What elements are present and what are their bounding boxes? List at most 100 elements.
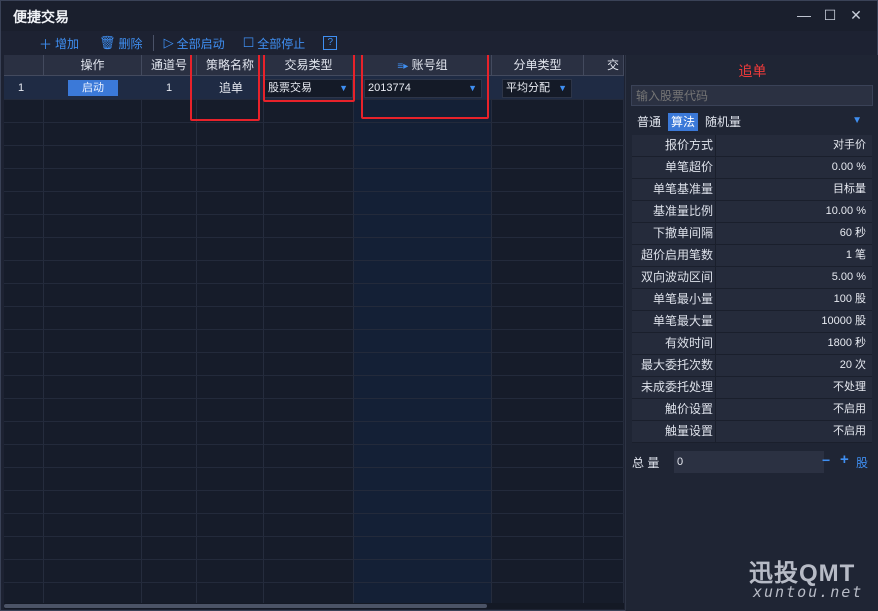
- header-extra[interactable]: 交: [584, 55, 624, 76]
- param-value[interactable]: 不处理: [718, 377, 866, 398]
- param-value[interactable]: 5.00 %: [718, 267, 866, 288]
- param-value[interactable]: 100 股: [718, 289, 866, 310]
- param-row[interactable]: 有效时间 1800 秒: [632, 333, 872, 355]
- window-title: 便捷交易: [13, 9, 69, 25]
- tab-algorithm[interactable]: 算法: [668, 113, 699, 131]
- help-button[interactable]: ?: [323, 36, 338, 50]
- param-value[interactable]: 目标量: [718, 179, 866, 200]
- param-label: 未成委托处理: [632, 377, 716, 398]
- param-row[interactable]: 触价设置 不启用: [632, 399, 872, 421]
- row-divider: [4, 490, 624, 491]
- param-value[interactable]: 0.00 %: [718, 157, 866, 178]
- param-row[interactable]: 单笔基准量 目标量: [632, 179, 872, 201]
- param-label: 有效时间: [632, 333, 716, 354]
- header-index[interactable]: [4, 55, 44, 76]
- param-row[interactable]: 基准量比例 10.00 %: [632, 201, 872, 223]
- total-quantity: 总 量 0 − + 股: [632, 451, 872, 473]
- row-divider: [4, 375, 624, 376]
- highlight-box-strategy: [190, 55, 260, 121]
- param-label: 单笔最大量: [632, 311, 716, 332]
- param-value[interactable]: 60 秒: [718, 223, 866, 244]
- param-row[interactable]: 下撤单间隔 60 秒: [632, 223, 872, 245]
- delete-button[interactable]: 🗑 删除: [97, 33, 145, 53]
- panel-title: 追单: [738, 63, 767, 79]
- add-button[interactable]: ＋ 增加: [37, 33, 81, 53]
- horizontal-scrollbar[interactable]: [4, 603, 624, 609]
- stop-all-button[interactable]: ☐ 全部停止: [241, 33, 308, 53]
- mode-tabs: 普通 算法 随机量: [634, 113, 744, 131]
- header-channel[interactable]: 通道号: [142, 55, 197, 76]
- param-value[interactable]: 1 笔: [718, 245, 866, 266]
- highlight-box-trade-type: [263, 55, 355, 102]
- row-divider: [4, 444, 624, 445]
- close-button[interactable]: ✕: [847, 6, 865, 24]
- tab-random-volume[interactable]: 随机量: [702, 113, 744, 131]
- chevron-down-icon[interactable]: ▼: [852, 115, 862, 126]
- param-row[interactable]: 单笔最小量 100 股: [632, 289, 872, 311]
- total-quantity-input[interactable]: 0: [674, 451, 824, 473]
- start-strategy-button[interactable]: 启动: [68, 80, 118, 96]
- param-label: 单笔基准量: [632, 179, 716, 200]
- toolbar-divider: [152, 35, 154, 51]
- chevron-down-icon: ▼: [558, 83, 567, 93]
- param-label: 报价方式: [632, 135, 716, 156]
- param-row[interactable]: 双向波动区间 5.00 %: [632, 267, 872, 289]
- trash-icon: 🗑: [99, 35, 116, 50]
- col-action-bg: [44, 76, 142, 603]
- param-label: 下撤单间隔: [632, 223, 716, 244]
- strategy-table: 操作 通道号 策略名称 交易类型 ≡▸ 账号组 分单类型 交 1 启动 1 追单…: [4, 55, 624, 603]
- param-value[interactable]: 20 次: [718, 355, 866, 376]
- param-label: 最大委托次数: [632, 355, 716, 376]
- param-value[interactable]: 1800 秒: [718, 333, 866, 354]
- param-label: 单笔最小量: [632, 289, 716, 310]
- split-type-dropdown[interactable]: 平均分配 ▼: [502, 79, 572, 98]
- param-row[interactable]: 报价方式 对手价: [632, 135, 872, 157]
- param-row[interactable]: 触量设置 不启用: [632, 421, 872, 443]
- minimize-button[interactable]: —: [795, 6, 813, 24]
- row-divider: [4, 145, 624, 146]
- param-label: 触量设置: [632, 421, 716, 442]
- toolbar: ＋ 增加 🗑 删除 ▷ 全部启动 ☐ 全部停止 ?: [1, 31, 877, 55]
- row-divider: [4, 214, 624, 215]
- maximize-button[interactable]: ☐: [821, 6, 839, 24]
- row-divider: [4, 122, 624, 123]
- param-row[interactable]: 未成委托处理 不处理: [632, 377, 872, 399]
- param-value[interactable]: 10000 股: [718, 311, 866, 332]
- order-panel: 追单 普通 算法 随机量 ▼ 报价方式对手价 单笔超价0.00 % 单笔基准量目…: [625, 55, 878, 611]
- param-value[interactable]: 对手价: [718, 135, 866, 156]
- header-action[interactable]: 操作: [44, 55, 142, 76]
- scrollbar-thumb[interactable]: [4, 604, 487, 608]
- add-label: 增加: [55, 36, 80, 51]
- total-label: 总 量: [632, 456, 660, 470]
- param-value[interactable]: 不启用: [718, 421, 866, 442]
- row-divider: [4, 260, 624, 261]
- plus-icon: ＋: [39, 36, 53, 52]
- param-row[interactable]: 超价启用笔数 1 笔: [632, 245, 872, 267]
- trade-window: 便捷交易 — ☐ ✕ ＋ 增加 🗑 删除 ▷ 全部启动 ☐ 全部停止 ? 操作 …: [0, 0, 878, 611]
- split-type-value: 平均分配: [506, 82, 550, 94]
- param-value[interactable]: 10.00 %: [718, 201, 866, 222]
- row-divider: [4, 536, 624, 537]
- play-icon: ▷: [163, 35, 174, 50]
- row-divider: [4, 283, 624, 284]
- param-row[interactable]: 单笔超价 0.00 %: [632, 157, 872, 179]
- row-divider: [4, 191, 624, 192]
- plus-icon[interactable]: +: [840, 451, 849, 468]
- stock-code-input[interactable]: [631, 85, 873, 106]
- minus-icon[interactable]: −: [822, 452, 830, 468]
- row-divider: [4, 398, 624, 399]
- param-row[interactable]: 单笔最大量 10000 股: [632, 311, 872, 333]
- param-row[interactable]: 最大委托次数 20 次: [632, 355, 872, 377]
- param-label: 单笔超价: [632, 157, 716, 178]
- col-split-bg: [492, 76, 584, 603]
- start-all-button[interactable]: ▷ 全部启动: [162, 33, 227, 53]
- tab-normal[interactable]: 普通: [634, 113, 664, 131]
- row-divider: [4, 168, 624, 169]
- param-value[interactable]: 不启用: [718, 399, 866, 420]
- col-extra-bg: [584, 76, 624, 603]
- row-divider: [4, 559, 624, 560]
- row-divider: [4, 421, 624, 422]
- param-label: 超价启用笔数: [632, 245, 716, 266]
- row-channel: 1: [166, 82, 173, 94]
- header-split-type[interactable]: 分单类型: [492, 55, 584, 76]
